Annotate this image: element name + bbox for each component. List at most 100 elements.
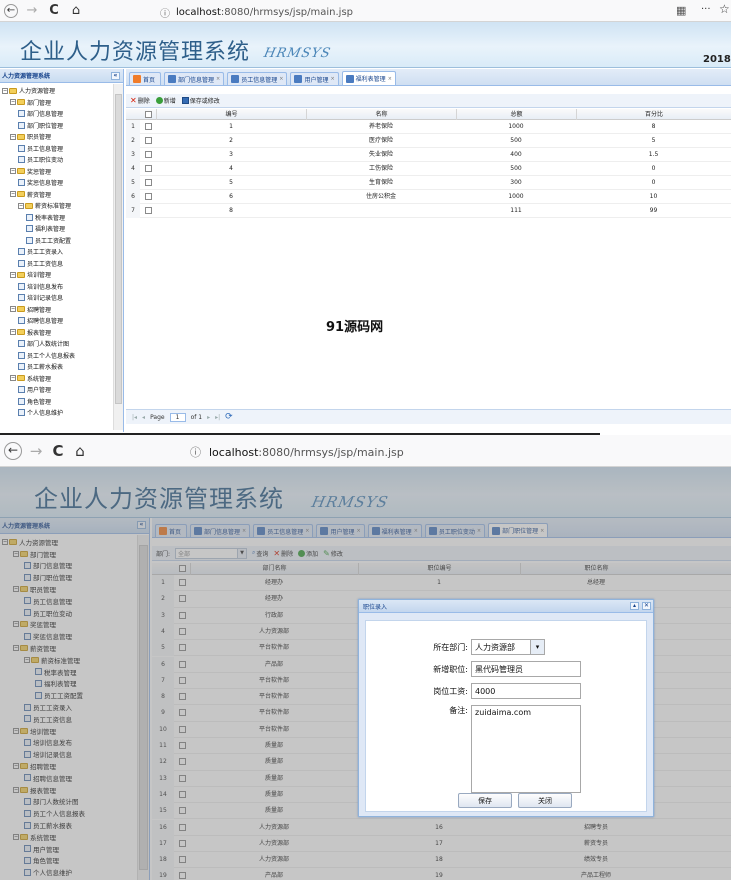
- checkbox[interactable]: [144, 111, 152, 118]
- checkbox[interactable]: [144, 179, 152, 186]
- expand-toggle-icon[interactable]: −: [10, 271, 16, 278]
- table-row[interactable]: 5 5 生育保险 300 0: [126, 176, 731, 190]
- tree-node[interactable]: 税率表管理: [26, 212, 65, 224]
- tree-node[interactable]: − 薪资标准管理: [18, 200, 71, 212]
- sidebar-scrollbar[interactable]: [113, 84, 123, 430]
- close-button-dialog[interactable]: 关闭: [518, 793, 572, 808]
- tree-node[interactable]: 员工职位变动: [18, 154, 63, 166]
- reload-button-2[interactable]: C: [50, 442, 66, 460]
- save-button-dialog[interactable]: 保存: [458, 793, 512, 808]
- next-page-button[interactable]: ▸: [207, 414, 210, 421]
- tab-item[interactable]: 部门信息管理 ×: [164, 72, 225, 85]
- tree-node[interactable]: − 人力资源管理: [2, 85, 55, 97]
- star-icon[interactable]: ☆: [719, 2, 730, 16]
- folder-icon: [17, 168, 25, 175]
- checkbox[interactable]: [144, 137, 152, 144]
- salary-input[interactable]: 4000: [471, 683, 581, 699]
- expand-toggle-icon[interactable]: −: [2, 87, 8, 94]
- tree-node[interactable]: 福利表管理: [26, 223, 65, 235]
- tree-node[interactable]: 培训信息发布: [18, 281, 63, 293]
- tree-node[interactable]: 奖惩信息管理: [18, 177, 63, 189]
- tree-node[interactable]: 招聘信息管理: [18, 315, 63, 327]
- checkbox[interactable]: [144, 207, 152, 214]
- table-row[interactable]: 4 4 工伤保险 500 0: [126, 162, 731, 176]
- tree-node[interactable]: 员工工资信息: [18, 258, 63, 270]
- tab-close-icon[interactable]: ×: [279, 76, 283, 82]
- tree-node[interactable]: − 报表管理: [10, 327, 51, 339]
- tree-node[interactable]: − 招聘管理: [10, 304, 51, 316]
- menu-icon[interactable]: ···: [701, 4, 711, 15]
- forward-button-2[interactable]: →: [28, 442, 44, 460]
- expand-toggle-icon[interactable]: −: [10, 329, 16, 336]
- table-row[interactable]: 7 8 111 99: [126, 204, 731, 218]
- expand-toggle-icon[interactable]: −: [10, 191, 16, 198]
- tab-close-icon[interactable]: ×: [216, 76, 220, 82]
- tree-node[interactable]: 部门信息管理: [18, 108, 63, 120]
- back-button[interactable]: ←: [4, 3, 18, 18]
- tree-node[interactable]: − 部门管理: [10, 97, 51, 109]
- tab-item[interactable]: 员工信息管理 ×: [227, 72, 288, 85]
- save-button[interactable]: 保存或修改: [181, 96, 220, 105]
- address-bar[interactable]: ⓘ localhost :8080/hrmsys/jsp/main.jsp: [160, 5, 353, 20]
- tree-node[interactable]: − 奖惩管理: [10, 166, 51, 178]
- chevron-down-icon[interactable]: ▾: [530, 640, 544, 654]
- table-row[interactable]: 2 2 医疗保险 500 5: [126, 134, 731, 148]
- tree-node[interactable]: 员工个人信息报表: [18, 350, 75, 362]
- refresh-icon[interactable]: ⟳: [225, 412, 233, 422]
- home-button-2[interactable]: ⌂: [72, 442, 88, 460]
- add-button[interactable]: 新增: [155, 96, 176, 105]
- page-number-input[interactable]: 1: [169, 412, 186, 422]
- row-number: 5: [126, 176, 140, 190]
- qr-icon[interactable]: ▦: [676, 4, 686, 17]
- dialog-close-icon[interactable]: ✕: [642, 602, 651, 610]
- tree-node[interactable]: − 职员管理: [10, 131, 51, 143]
- tree-node[interactable]: 员工信息管理: [18, 143, 63, 155]
- checkbox[interactable]: [144, 151, 152, 158]
- home-button[interactable]: ⌂: [68, 3, 84, 18]
- tree-node[interactable]: 个人信息维护: [18, 407, 63, 419]
- expand-toggle-icon[interactable]: −: [10, 306, 16, 313]
- tab-item[interactable]: 用户管理 ×: [290, 72, 339, 85]
- tree-node[interactable]: 员工工资录入: [18, 246, 63, 258]
- table-row[interactable]: 6 6 住房公积金 1000 10: [126, 190, 731, 204]
- tab-item[interactable]: 福利表管理 ×: [341, 71, 396, 85]
- tab-close-icon[interactable]: ×: [330, 76, 334, 82]
- tree-node[interactable]: 员工薪水报表: [18, 361, 63, 373]
- expand-toggle-icon[interactable]: −: [10, 99, 16, 106]
- address-bar-2[interactable]: ⓘ localhost :8080/hrmsys/jsp/main.jsp: [190, 444, 404, 460]
- tree-node[interactable]: 用户管理: [18, 384, 51, 396]
- tree-node[interactable]: − 培训管理: [10, 269, 51, 281]
- tree-node[interactable]: 部门职位管理: [18, 120, 63, 132]
- last-page-button[interactable]: ▸|: [215, 414, 220, 421]
- expand-toggle-icon[interactable]: −: [10, 375, 16, 382]
- expand-toggle-icon[interactable]: −: [10, 168, 16, 175]
- tree-node[interactable]: 角色管理: [18, 396, 51, 408]
- table-row[interactable]: 3 3 失业保险 400 1.5: [126, 148, 731, 162]
- page-icon: [18, 259, 25, 267]
- tree-node[interactable]: 员工工资配置: [26, 235, 71, 247]
- dialog-collapse-button[interactable]: ▴: [630, 602, 639, 610]
- position-input[interactable]: 黑代码管理员: [471, 661, 581, 677]
- expand-toggle-icon[interactable]: −: [18, 202, 24, 209]
- scroll-thumb[interactable]: [115, 94, 122, 404]
- forward-button[interactable]: →: [24, 3, 40, 18]
- collapse-sidebar-button[interactable]: «: [111, 72, 120, 80]
- tree-node[interactable]: 部门人数统计图: [18, 338, 69, 350]
- first-page-button[interactable]: |◂: [132, 414, 137, 421]
- prev-page-button[interactable]: ◂: [142, 414, 145, 421]
- tree-node[interactable]: − 系统管理: [10, 373, 51, 385]
- tree-node[interactable]: − 薪资管理: [10, 189, 51, 201]
- tree-node[interactable]: 培训记录信息: [18, 292, 63, 304]
- reload-button[interactable]: C: [46, 3, 62, 18]
- delete-button[interactable]: ✕ 删除: [130, 96, 150, 105]
- expand-toggle-icon[interactable]: −: [10, 133, 16, 140]
- table-row[interactable]: 1 1 养老保险 1000 8: [126, 120, 731, 134]
- dept-select[interactable]: 人力资源部 ▾: [471, 639, 545, 655]
- back-button-2[interactable]: ←: [4, 441, 22, 460]
- checkbox[interactable]: [144, 165, 152, 172]
- note-textarea[interactable]: zuidaima.com: [471, 705, 581, 793]
- tab-close-icon[interactable]: ×: [388, 76, 392, 82]
- checkbox[interactable]: [144, 193, 152, 200]
- checkbox[interactable]: [144, 123, 152, 130]
- tab-item[interactable]: 首页: [129, 72, 162, 85]
